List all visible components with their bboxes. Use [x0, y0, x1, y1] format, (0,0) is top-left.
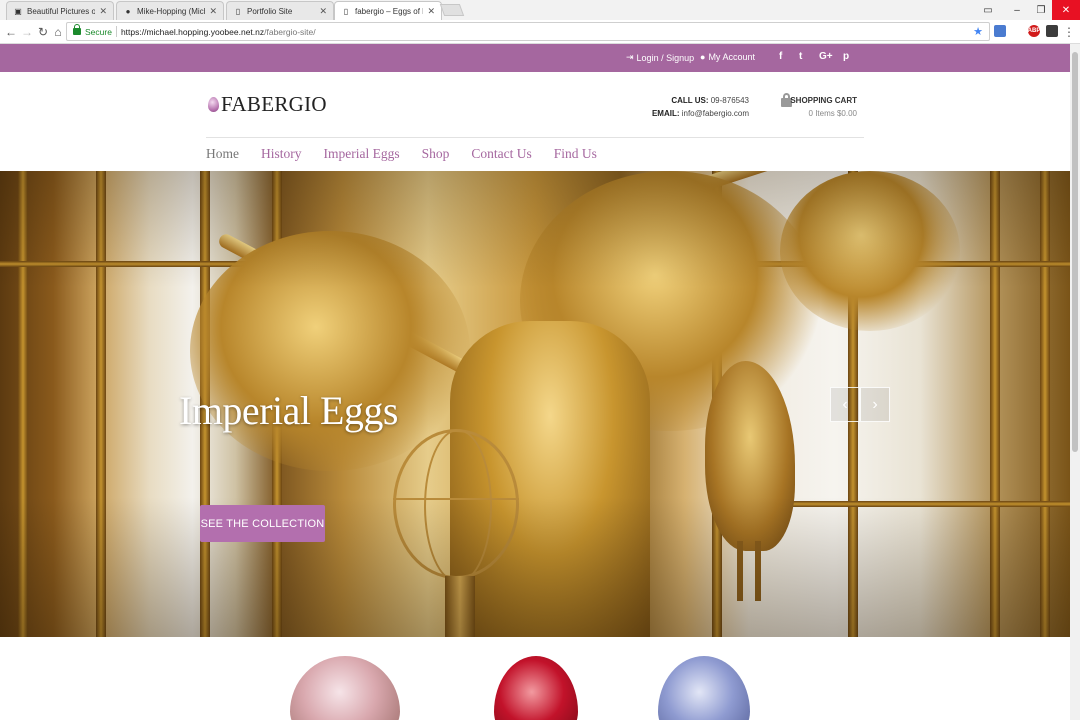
facebook-icon[interactable]: f — [779, 51, 782, 62]
my-account-link[interactable]: ● My Account — [700, 52, 755, 62]
secure-label: Secure — [85, 26, 112, 37]
forward-button[interactable]: → — [20, 24, 34, 40]
twitter-icon[interactable]: t — [799, 51, 802, 62]
scrollbar-thumb[interactable] — [1072, 52, 1078, 452]
product-egg-image[interactable] — [658, 656, 750, 720]
tab-title: fabergio – Eggs of Eggce — [355, 6, 423, 16]
page-viewport: ⇥ Login / Signup ● My Account f t G+ p F… — [0, 44, 1070, 720]
login-link[interactable]: ⇥ Login / Signup — [626, 52, 694, 63]
page-icon: ▯ — [343, 6, 349, 16]
close-icon[interactable]: ✕ — [319, 6, 327, 17]
brand-name: FABERGIO — [221, 92, 327, 116]
hero-title: Imperial Eggs — [179, 388, 399, 433]
new-tab-button[interactable] — [439, 4, 465, 16]
contact-info: CALL US: 09-876543 EMAIL: info@fabergio.… — [652, 94, 749, 120]
reload-button[interactable]: ↻ — [36, 24, 50, 40]
lock-icon — [73, 24, 81, 35]
slider-next-button[interactable]: › — [860, 387, 890, 422]
slider-prev-button[interactable]: ‹ — [830, 387, 860, 422]
github-icon: ● — [125, 6, 131, 16]
url-scheme: https:// — [120, 26, 147, 37]
product-egg-image[interactable] — [494, 656, 578, 720]
account-label: My Account — [708, 52, 755, 62]
profile-icon[interactable]: ▭ — [980, 0, 996, 20]
extension-icon[interactable] — [1046, 25, 1058, 37]
tab-title: Mike-Hopping (Michael — [137, 6, 205, 16]
tab-title: Beautiful Pictures of the — [27, 6, 96, 16]
minimize-button[interactable]: – — [1006, 0, 1028, 20]
chevron-left-icon: ‹ — [842, 395, 848, 413]
divider — [115, 26, 117, 37]
main-navigation: Home History Imperial Eggs Shop Contact … — [206, 146, 619, 162]
email-label: EMAIL: — [651, 109, 680, 118]
hero-photo — [0, 171, 1070, 637]
nav-contact-us[interactable]: Contact Us — [471, 146, 531, 162]
close-icon[interactable]: ✕ — [427, 6, 435, 17]
adblock-extension-icon[interactable]: ABP — [1028, 25, 1040, 37]
login-label: Login / Signup — [636, 52, 695, 63]
browser-tab-4[interactable]: ▯ fabergio – Eggs of Eggce ✕ — [334, 1, 442, 20]
home-icon[interactable]: ⌂ — [51, 24, 65, 40]
close-icon[interactable]: ✕ — [209, 6, 217, 17]
phone-number: 09-876543 — [710, 96, 749, 105]
product-egg-image[interactable] — [290, 656, 400, 720]
browser-toolbar: ← → ↻ ⌂ Secure https://michael.hopping.y… — [0, 20, 1080, 44]
browser-tab-1[interactable]: ▣ Beautiful Pictures of the ✕ — [6, 1, 114, 20]
google-plus-icon[interactable]: G+ — [819, 51, 833, 62]
close-icon[interactable]: ✕ — [99, 6, 107, 17]
address-bar[interactable]: Secure https://michael.hopping.yoobee.ne… — [66, 22, 990, 41]
user-icon: ● — [700, 52, 706, 62]
cart-summary: 0 Items $0.00 — [808, 109, 857, 118]
call-label: CALL US: — [671, 96, 709, 105]
bookmark-star-icon[interactable]: ★ — [973, 25, 983, 38]
nav-history[interactable]: History — [261, 146, 302, 162]
browser-tab-strip: ▣ Beautiful Pictures of the ✕ ● Mike-Hop… — [0, 0, 1080, 20]
url-host: michael.hopping.yoobee.net.nz — [146, 26, 265, 37]
nav-imperial-eggs[interactable]: Imperial Eggs — [324, 146, 400, 162]
nav-home[interactable]: Home — [206, 146, 239, 162]
adblock-label: ABP — [1027, 28, 1041, 34]
login-icon: ⇥ — [626, 52, 634, 62]
see-collection-button[interactable]: SEE THE COLLECTION — [200, 505, 325, 542]
back-button[interactable]: ← — [4, 24, 18, 40]
menu-icon[interactable]: ⋮ — [1062, 24, 1076, 40]
close-window-button[interactable]: ✕ — [1052, 0, 1080, 20]
nav-find-us[interactable]: Find Us — [554, 146, 597, 162]
browser-tab-3[interactable]: ▯ Portfolio Site ✕ — [226, 1, 334, 20]
tab-title: Portfolio Site — [247, 6, 293, 16]
page-scrollbar[interactable] — [1070, 44, 1080, 720]
page-icon: ▯ — [235, 6, 241, 16]
site-logo[interactable]: FABERGIO — [208, 92, 327, 117]
shopping-cart[interactable]: SHOPPING CART 0 Items $0.00 — [790, 94, 857, 120]
email-address: info@fabergio.com — [681, 109, 749, 118]
camera-icon: ▣ — [14, 6, 22, 16]
restore-button[interactable]: ❐ — [1030, 0, 1052, 20]
url-path: /fabergio-site/ — [264, 26, 316, 37]
nav-shop[interactable]: Shop — [422, 146, 450, 162]
pinterest-icon[interactable]: p — [843, 51, 849, 62]
cart-title: SHOPPING CART — [790, 96, 857, 105]
browser-tab-2[interactable]: ● Mike-Hopping (Michael ✕ — [116, 1, 224, 20]
egg-logo-icon — [208, 97, 219, 112]
chevron-right-icon: › — [872, 395, 878, 413]
header-divider — [206, 137, 864, 138]
hero-slider: Imperial Eggs SEE THE COLLECTION ‹ › — [0, 171, 1070, 637]
top-bar: ⇥ Login / Signup ● My Account f t G+ p — [0, 44, 1070, 72]
translate-extension-icon[interactable] — [994, 25, 1006, 37]
